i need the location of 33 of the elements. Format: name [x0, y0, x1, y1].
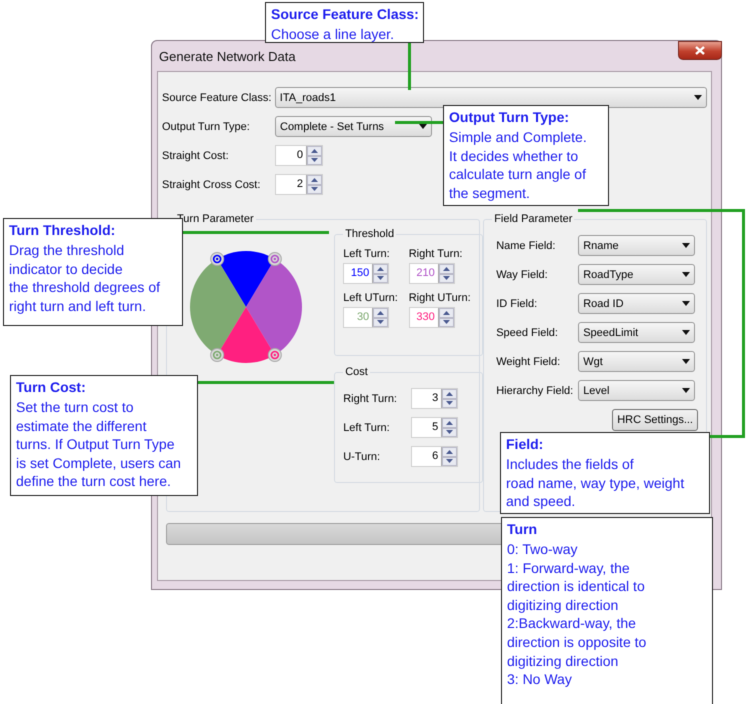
callout-title: Field: [506, 435, 544, 454]
callout-text: Set the turn cost to estimate the different turns. If Output Turn Type is set Complete, users can define the turn cost here. [16, 398, 181, 491]
callout-text: Drag the threshold indicator to decide the threshold degrees of right turn and left turn. [9, 241, 160, 316]
callout-title: Source Feature Class: [271, 5, 419, 24]
field-label: Right Turn: [343, 392, 397, 404]
field-label: Way Field: [496, 268, 549, 280]
field-label: Weight Field: [496, 356, 562, 368]
group-title: Threshold [344, 228, 396, 240]
field-label: Left UTurn: [343, 292, 399, 304]
callout-text: Choose a line layer. [271, 25, 394, 44]
group-title: Cost [344, 366, 369, 378]
field-label: ID Field: [496, 298, 538, 310]
field-label: Left Turn: [343, 248, 391, 260]
callout-title: Output Turn Type: [449, 108, 570, 127]
callout-title: Turn [507, 520, 538, 539]
field-label: Name Field: [496, 240, 556, 252]
field-label: Hierarchy Field: [496, 384, 574, 396]
field-label: Right UTurn: [408, 292, 472, 304]
field-label: Source Feature Class: [162, 92, 272, 104]
field-label: Speed Field: [496, 326, 559, 338]
field-label: Straight Cross Cost: [162, 178, 262, 190]
field-label: Output Turn Type: [162, 120, 251, 132]
window-title: Generate Network Data [159, 48, 296, 64]
group-title: Field Parameter [493, 213, 574, 225]
callout-text: Includes the fields of road name, way type, weight and speed. [506, 455, 684, 511]
callout-text: Simple and Complete. It decides whether to calculate turn angle of the segment. [449, 128, 587, 202]
field-label: U-Turn: [343, 450, 380, 462]
callout-title: Turn Cost: [16, 378, 86, 397]
field-label: Left Turn: [343, 422, 390, 434]
callout-text: 0: Two-way 1: Forward-way, the direction is identical to digitizing direction 2:Backward-way, the direction is opposite to digitizing direction 3: No Way [507, 540, 646, 689]
field-label: Right Turn: [408, 248, 464, 260]
callout-title: Turn Threshold: [9, 221, 116, 240]
field-label: Straight Cost: [162, 150, 230, 162]
